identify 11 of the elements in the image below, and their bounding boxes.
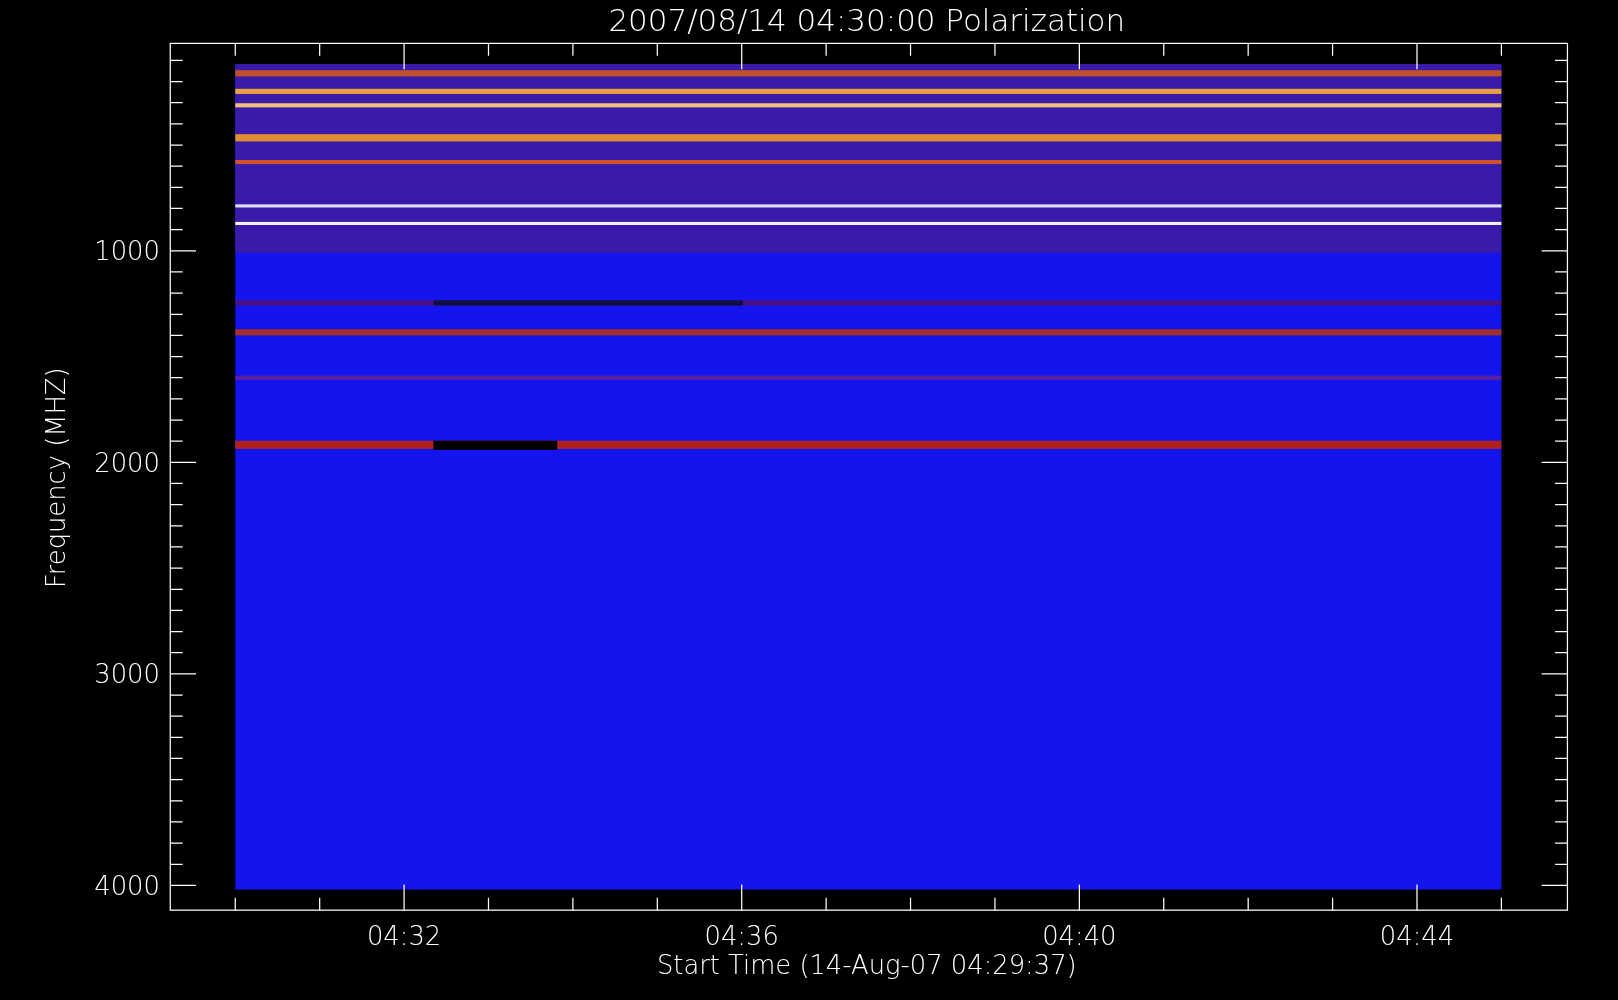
x-tick-label: 04:36 — [704, 921, 779, 952]
chart-title: 2007/08/14 04:30:00 Polarization — [608, 2, 1126, 38]
y-tick-label: 2000 — [94, 447, 160, 478]
y-tick-label: 3000 — [94, 659, 160, 690]
y-tick-label: 4000 — [94, 870, 160, 901]
x-axis-title: Start Time (14-Aug-07 04:29:37) — [656, 950, 1077, 981]
y-tick-label: 1000 — [94, 236, 160, 267]
x-tick-label: 04:44 — [1379, 921, 1455, 952]
y-axis-title: Frequency (MHZ) — [41, 367, 71, 589]
x-tick-label: 04:32 — [366, 921, 442, 952]
x-tick-label: 04:40 — [1042, 921, 1117, 952]
